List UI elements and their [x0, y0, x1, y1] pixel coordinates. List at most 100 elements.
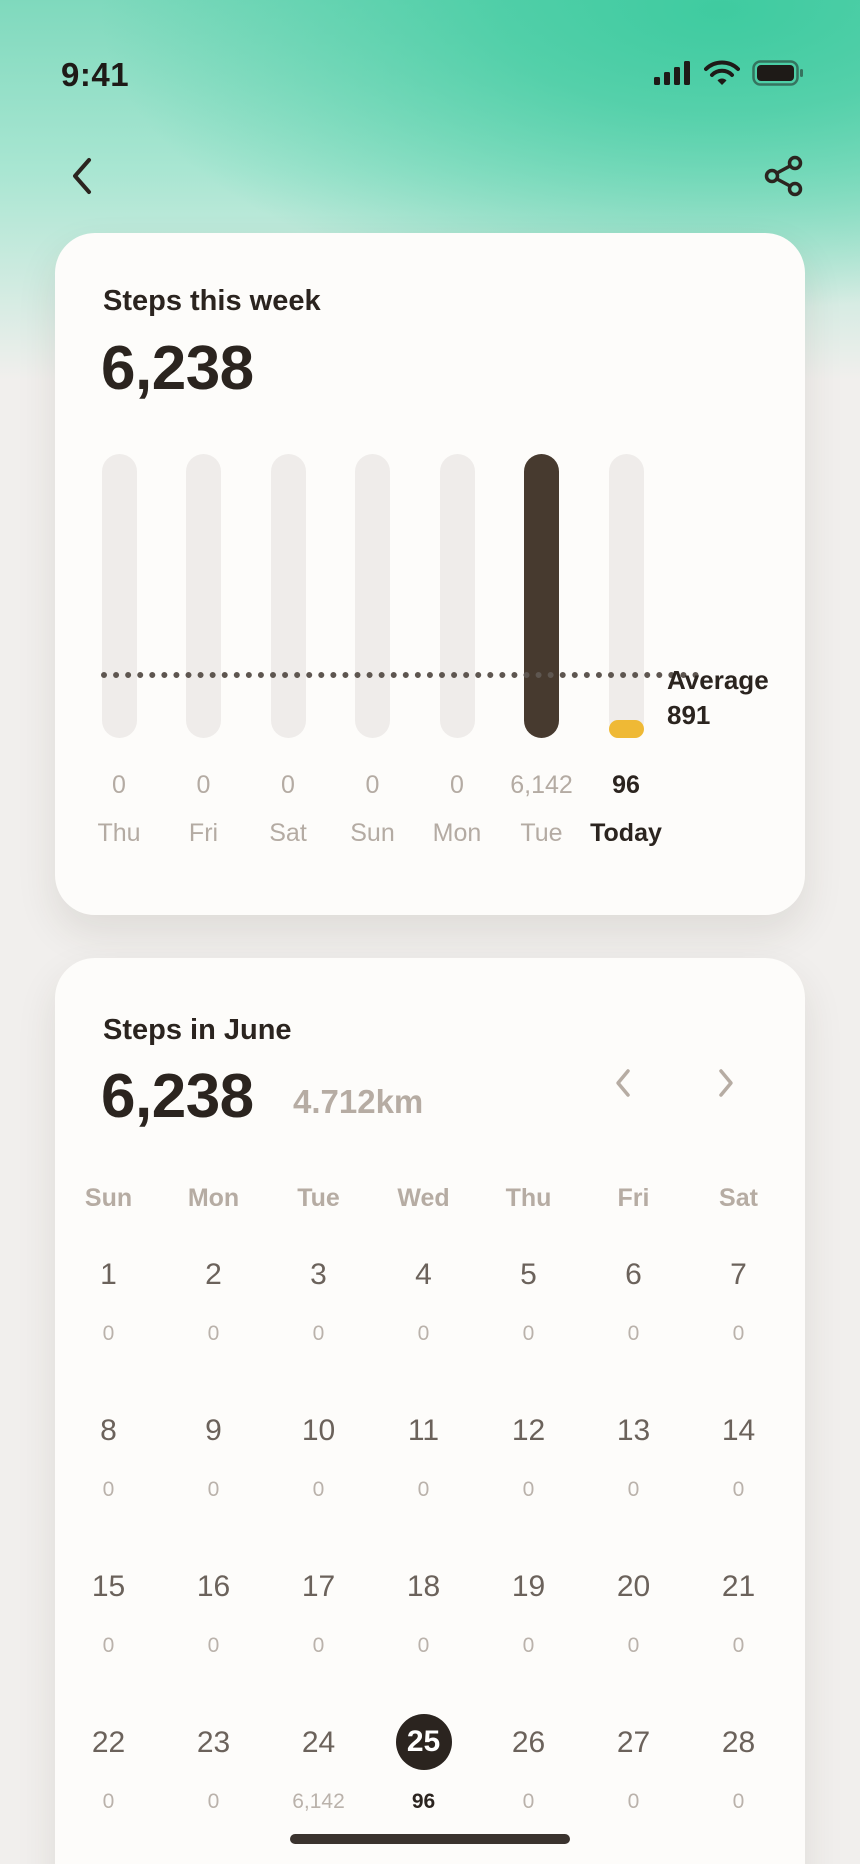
next-month-button[interactable]	[701, 1058, 751, 1108]
calendar-day[interactable]: 15	[56, 1570, 161, 1604]
weekday-header: Sun	[84, 1184, 133, 1212]
calendar-day-steps: 0	[207, 1790, 220, 1813]
cellular-signal-icon	[654, 61, 690, 85]
calendar-day[interactable]: 3	[266, 1258, 371, 1292]
calendar-day-steps: 0	[417, 1478, 430, 1501]
calendar-day[interactable]: 17	[266, 1570, 371, 1604]
bar-day-label: Sun	[350, 819, 395, 847]
calendar-day[interactable]: 5	[476, 1258, 581, 1292]
month-total-steps: 6,238	[101, 1062, 254, 1131]
calendar-day[interactable]: 28	[686, 1726, 791, 1760]
calendar-day-steps: 0	[522, 1790, 535, 1813]
month-card-title: Steps in June	[103, 1014, 292, 1046]
bar-day-label: Fri	[188, 819, 219, 847]
status-time: 9:41	[61, 56, 130, 93]
calendar-day[interactable]: 19	[476, 1570, 581, 1604]
calendar-day-steps: 0	[627, 1634, 640, 1657]
calendar-day[interactable]: 20	[581, 1570, 686, 1604]
calendar-day[interactable]: 4	[371, 1258, 476, 1292]
calendar-day[interactable]: 1	[56, 1258, 161, 1292]
weekday-header: Sat	[719, 1184, 758, 1212]
bar-track	[524, 454, 559, 738]
calendar-day-steps: 0	[732, 1322, 745, 1345]
bar-day-label: Tue	[520, 819, 563, 847]
bar-day-label: Mon	[432, 819, 482, 847]
average-line	[101, 671, 699, 678]
bar-value-label: 0	[112, 771, 126, 799]
calendar-day[interactable]: 10	[266, 1414, 371, 1448]
wifi-icon	[704, 60, 740, 85]
share-icon	[764, 155, 803, 197]
calendar-day-steps: 0	[732, 1634, 745, 1657]
status-bar: 9:41	[0, 0, 860, 150]
calendar-day[interactable]: 26	[476, 1726, 581, 1760]
calendar-day-steps: 0	[102, 1478, 115, 1501]
chevron-left-icon	[73, 158, 91, 194]
share-button[interactable]	[754, 148, 814, 204]
calendar-day[interactable]: 14	[686, 1414, 791, 1448]
calendar-day[interactable]: 18	[371, 1570, 476, 1604]
battery-icon	[752, 60, 803, 86]
bar-value-label: 0	[450, 771, 464, 799]
calendar-day-steps: 0	[522, 1634, 535, 1657]
calendar-day-steps: 0	[732, 1790, 745, 1813]
bar[interactable]	[524, 454, 559, 738]
status-icons	[654, 60, 804, 86]
calendar-day-today[interactable]: 25	[371, 1714, 476, 1770]
weekday-header: Wed	[397, 1184, 450, 1212]
calendar-day[interactable]: 12	[476, 1414, 581, 1448]
calendar-day-steps: 0	[732, 1478, 745, 1501]
calendar-day-steps: 0	[627, 1322, 640, 1345]
calendar-day-steps: 0	[102, 1322, 115, 1345]
today-day-number: 25	[395, 1714, 452, 1770]
calendar-day[interactable]: 23	[161, 1726, 266, 1760]
bar-track	[270, 454, 306, 738]
calendar-day-steps: 0	[522, 1478, 535, 1501]
bar-track	[101, 454, 137, 738]
calendar-day-steps: 0	[207, 1322, 220, 1345]
back-button[interactable]	[52, 148, 112, 204]
average-label-text: Average	[667, 665, 769, 695]
bar-day-label: Thu	[97, 819, 141, 847]
month-distance: 4.712km	[293, 1083, 424, 1120]
calendar-day[interactable]: 11	[371, 1414, 476, 1448]
weekday-header: Tue	[297, 1184, 340, 1212]
chevron-right-icon	[719, 1069, 733, 1097]
calendar-day-steps: 0	[522, 1322, 535, 1345]
weekly-steps-chart: 0 Thu 0 Fri 0 Sat 0 Sun 0 Mon 6,142 Tue 96 Today	[55, 233, 805, 915]
calendar-day[interactable]: 2	[161, 1258, 266, 1292]
bar-track	[608, 454, 644, 738]
bar[interactable]	[608, 720, 644, 738]
calendar-day[interactable]: 9	[161, 1414, 266, 1448]
average-value: 891	[667, 700, 711, 730]
calendar-day-steps: 0	[627, 1478, 640, 1501]
weekday-header: Mon	[187, 1184, 240, 1212]
previous-month-button[interactable]	[598, 1058, 648, 1108]
calendar-day-steps: 96	[411, 1790, 436, 1813]
bar-track	[186, 454, 221, 738]
calendar-day[interactable]: 22	[56, 1726, 161, 1760]
calendar-day[interactable]: 24	[266, 1726, 371, 1760]
calendar-day-steps: 0	[312, 1634, 325, 1657]
calendar-day-steps: 0	[312, 1478, 325, 1501]
calendar-day[interactable]: 13	[581, 1414, 686, 1448]
calendar-day[interactable]: 16	[161, 1570, 266, 1604]
calendar-day-steps: 0	[312, 1322, 325, 1345]
monthly-steps-card: Steps in June 6,238 4.712km Sun Mon Tue Wed…	[55, 958, 805, 1864]
weekday-header: Fri	[617, 1184, 650, 1212]
average-label: Average 891	[667, 663, 769, 733]
calendar-day[interactable]: 6	[581, 1258, 686, 1292]
calendar-day[interactable]: 8	[56, 1414, 161, 1448]
calendar-day-steps: 0	[102, 1634, 115, 1657]
calendar-day[interactable]: 21	[686, 1570, 791, 1604]
bar-value-label: 0	[196, 771, 211, 799]
calendar-day[interactable]: 7	[686, 1258, 791, 1292]
chevron-left-icon	[616, 1069, 630, 1097]
bar-track	[355, 454, 390, 738]
bar-value-label: 0	[365, 771, 380, 799]
weekly-steps-card: Steps this week 6,238 0 Thu 0 Fri 0 Sat 0 Sun 0 M…	[55, 233, 805, 915]
bar-value-label: 0	[281, 771, 295, 799]
bar-track	[439, 454, 475, 738]
calendar-day[interactable]: 27	[581, 1726, 686, 1760]
bar-day-label: Today	[590, 819, 662, 847]
